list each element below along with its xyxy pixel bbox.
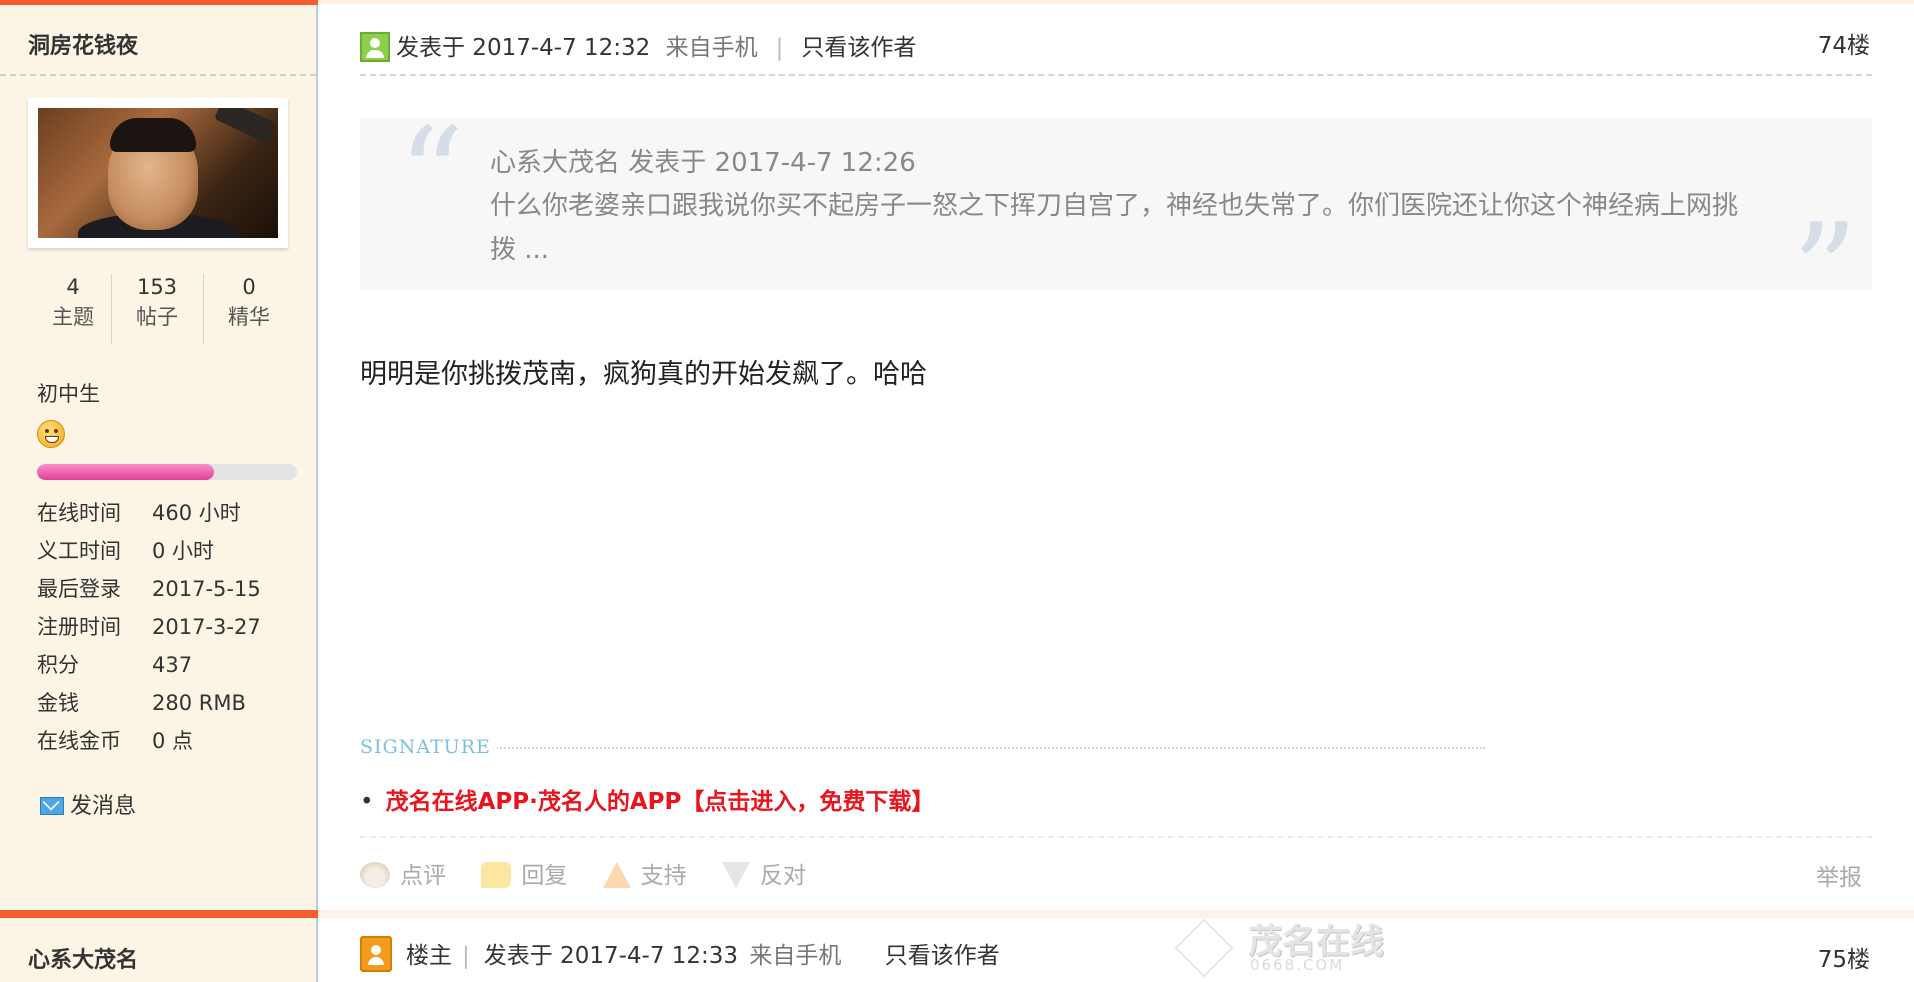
stat-posts-label: 帖子 xyxy=(136,305,178,329)
info-online-time: 在线时间 460 小时 xyxy=(37,495,307,533)
quote-author: 心系大茂名 发表于 2017-4-7 12:26 xyxy=(490,148,916,178)
info-value: 460 小时 xyxy=(152,501,241,525)
info-value: 2017-5-15 xyxy=(152,577,261,601)
stat-posts-count: 153 xyxy=(136,275,178,299)
stat-topics[interactable]: 4 主题 xyxy=(28,272,118,332)
info-value: 0 点 xyxy=(152,729,194,753)
post-separator xyxy=(318,910,1914,918)
author-name-next[interactable]: 心系大茂名 xyxy=(28,942,138,974)
oppose-button[interactable]: 反对 xyxy=(721,856,806,890)
post-source[interactable]: 来自手机 xyxy=(666,35,758,61)
thread-owner-icon xyxy=(360,936,392,972)
author-sidebar: 洞房花钱夜 4 主题 153 帖子 0 精华 初中生 在线时间 460 小时 义工 xyxy=(0,0,318,982)
avatar-image xyxy=(38,108,278,238)
user-rank: 初中生 xyxy=(37,382,100,406)
author-info-list: 在线时间 460 小时 义工时间 0 小时 最后登录 2017-5-15 注册时间 20… xyxy=(37,495,307,761)
info-register-date: 注册时间 2017-3-27 xyxy=(37,609,307,647)
info-gold: 在线金币 0 点 xyxy=(37,723,307,761)
support-button[interactable]: 支持 xyxy=(602,856,687,890)
info-money: 金钱 280 RMB xyxy=(37,685,307,723)
send-message-link[interactable]: 发消息 xyxy=(40,788,136,820)
info-last-login: 最后登录 2017-5-15 xyxy=(37,571,307,609)
thumbs-down-arrow-icon xyxy=(721,862,750,888)
thread-owner-label: 楼主 xyxy=(406,943,452,969)
open-quote-icon: “ xyxy=(398,99,465,251)
cube-logo-icon xyxy=(1174,918,1234,978)
separator: | xyxy=(775,35,784,61)
signature-line xyxy=(485,747,1485,749)
smiley-rank-icon xyxy=(37,420,65,448)
signature-label: SIGNATURE xyxy=(360,736,497,758)
floor-number[interactable]: 74楼 xyxy=(1818,26,1870,60)
post-main: 发表于 2017-4-7 12:32 来自手机 | 只看该作者 74楼 “ 心系大茂… xyxy=(318,0,1914,982)
info-value: 0 小时 xyxy=(152,539,215,563)
info-label: 积分 xyxy=(37,653,79,677)
info-label: 义工时间 xyxy=(37,539,121,563)
avatar[interactable] xyxy=(28,98,288,248)
sidebar-top-accent xyxy=(0,0,318,5)
post-content: 明明是你挑拨茂南，疯狗真的开始发飙了。哈哈 xyxy=(360,359,927,390)
signature-divider: SIGNATURE xyxy=(360,736,1485,758)
level-progress-bar xyxy=(37,464,297,480)
thumbs-up-arrow-icon xyxy=(602,862,631,888)
stat-digest-label: 精华 xyxy=(228,305,270,329)
info-value: 2017-3-27 xyxy=(152,615,261,639)
floor-number[interactable]: 75楼 xyxy=(1818,940,1870,974)
author-name[interactable]: 洞房花钱夜 xyxy=(28,28,138,60)
info-label: 最后登录 xyxy=(37,577,121,601)
oppose-label: 反对 xyxy=(759,863,806,889)
stat-digest-count: 0 xyxy=(242,275,256,299)
separator: | xyxy=(462,943,470,969)
level-progress-fill xyxy=(37,464,214,480)
send-message-label: 发消息 xyxy=(70,794,137,819)
info-label: 在线时间 xyxy=(37,501,121,525)
stat-topics-count: 4 xyxy=(66,275,80,299)
stat-digest[interactable]: 0 精华 xyxy=(204,272,294,332)
reply-icon xyxy=(481,862,512,888)
post-header: 发表于 2017-4-7 12:32 来自手机 | 只看该作者 xyxy=(360,28,916,62)
review-button[interactable]: 点评 xyxy=(360,856,446,890)
sidebar-separator-accent xyxy=(0,910,318,918)
reply-button[interactable]: 回复 xyxy=(481,856,567,890)
close-quote-icon: ” xyxy=(1791,195,1858,347)
post-source[interactable]: 来自手机 xyxy=(749,943,841,969)
quote-block: “ 心系大茂名 发表于 2017-4-7 12:26 什么你老婆亲口跟我说你买不… xyxy=(360,110,1872,336)
header-divider xyxy=(360,74,1872,76)
next-post-header: 楼主 | 发表于 2017-4-7 12:33 来自手机 只看该作者 xyxy=(360,936,1000,972)
review-label: 点评 xyxy=(400,863,446,889)
reply-label: 回复 xyxy=(521,863,568,889)
stat-topics-label: 主题 xyxy=(52,305,94,329)
author-stats: 4 主题 153 帖子 0 精华 xyxy=(28,272,298,344)
quote-text: 什么你老婆亲口跟我说你买不起房子一怒之下挥刀自宫了，神经也失常了。你们医院还让你… xyxy=(490,191,1739,265)
post-actions: 点评 回复 支持 反对 xyxy=(360,856,834,890)
info-label: 注册时间 xyxy=(37,615,121,639)
info-value: 437 xyxy=(152,653,193,677)
only-author-link[interactable]: 只看该作者 xyxy=(885,943,1000,969)
mail-icon xyxy=(40,797,64,815)
info-points: 积分 437 xyxy=(37,647,307,685)
footer-divider xyxy=(360,836,1872,838)
site-watermark: 茂名在线 0668.COM xyxy=(1174,912,1392,978)
watermark-subtext: 0668.COM xyxy=(1250,956,1345,974)
online-user-icon xyxy=(360,32,390,62)
post-time: 发表于 2017-4-7 12:33 xyxy=(483,943,739,969)
only-author-link[interactable]: 只看该作者 xyxy=(801,35,916,61)
post-top-border xyxy=(318,0,1914,4)
report-button[interactable]: 举报 xyxy=(1816,858,1862,892)
info-label: 在线金币 xyxy=(37,729,121,753)
info-volunteer-time: 义工时间 0 小时 xyxy=(37,533,307,571)
info-label: 金钱 xyxy=(37,691,79,715)
signature-link[interactable]: 茂名在线APP·茂名人的APP【点击进入，免费下载】 xyxy=(360,782,935,816)
support-label: 支持 xyxy=(640,863,687,889)
review-icon xyxy=(360,862,390,888)
stat-posts[interactable]: 153 帖子 xyxy=(112,272,202,332)
info-value: 280 RMB xyxy=(152,691,246,715)
post-time: 发表于 2017-4-7 12:32 xyxy=(396,35,651,61)
sidebar-divider xyxy=(0,74,316,76)
